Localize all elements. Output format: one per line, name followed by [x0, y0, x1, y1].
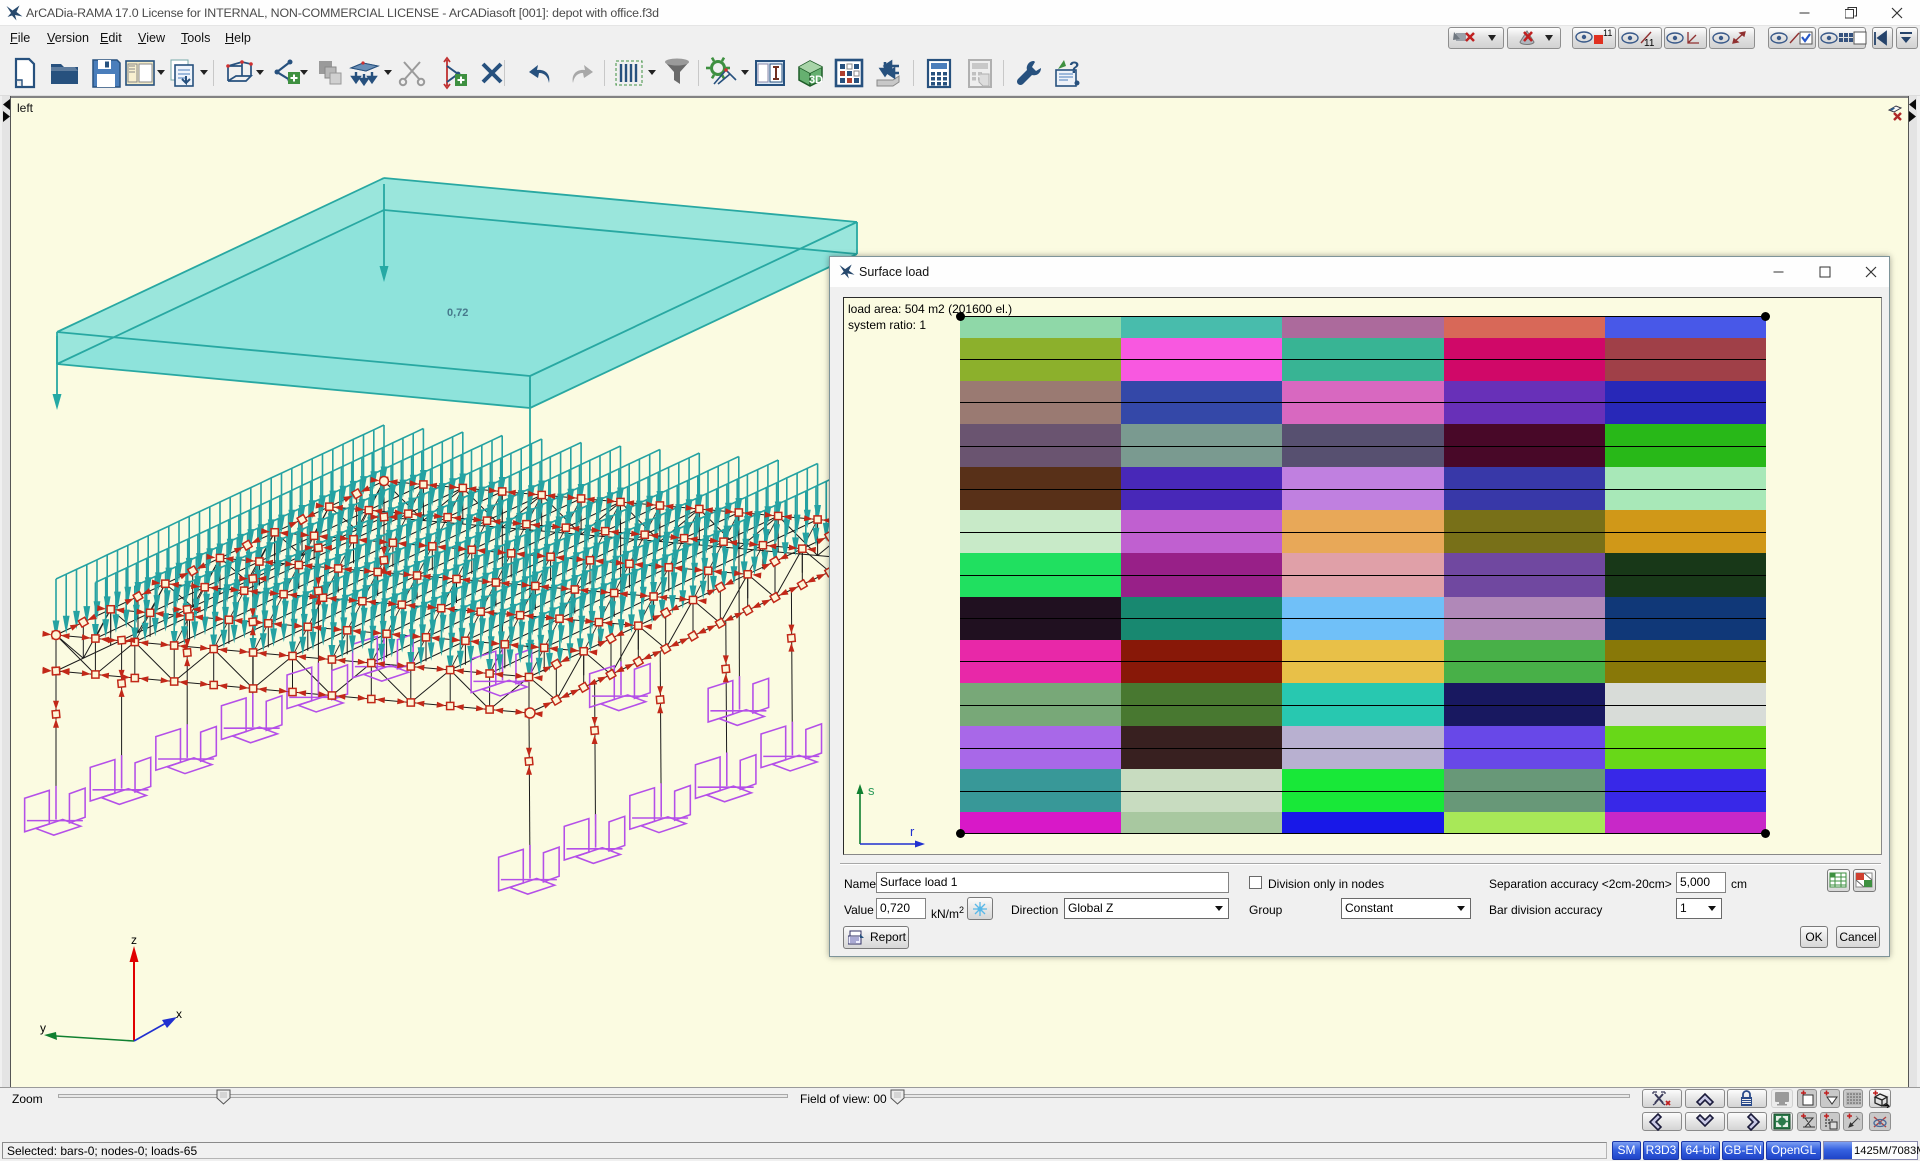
svg-text:r: r [910, 824, 915, 839]
svg-text:11: 11 [1644, 38, 1655, 49]
svg-text:z: z [131, 933, 137, 947]
svg-text:3D: 3D [809, 74, 823, 86]
svg-text:s: s [868, 783, 875, 798]
svg-text:?: ? [1069, 58, 1079, 77]
svg-text:y: y [40, 1021, 46, 1035]
svg-text:0,72: 0,72 [447, 307, 468, 319]
svg-text:x: x [176, 1007, 182, 1021]
svg-text:11: 11 [1603, 28, 1612, 38]
